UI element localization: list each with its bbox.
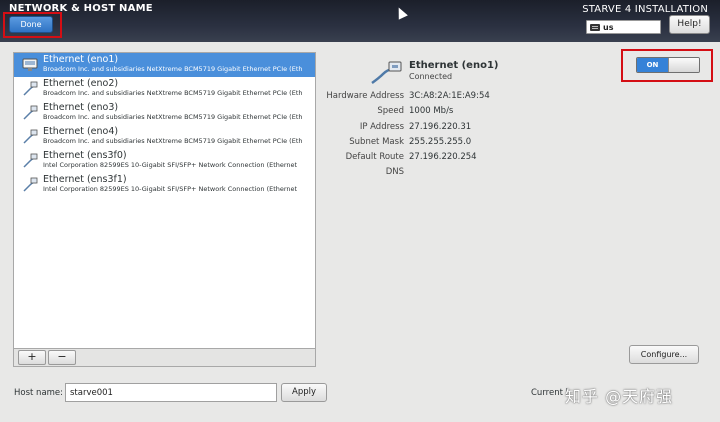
host-name-input[interactable] bbox=[65, 383, 277, 402]
device-list-item[interactable]: Ethernet (eno1) Broadcom Inc. and subsid… bbox=[14, 53, 315, 77]
hardware-address-value: 3C:A8:2A:1E:A9:54 bbox=[409, 91, 490, 101]
device-description: Broadcom Inc. and subsidiaries NetXtreme… bbox=[43, 65, 303, 73]
keyboard-layout-indicator[interactable]: us bbox=[586, 20, 661, 34]
dns-label: DNS bbox=[385, 167, 404, 177]
add-device-button[interactable]: + bbox=[18, 350, 46, 365]
default-route-value: 27.196.220.254 bbox=[409, 152, 477, 162]
default-route-label: Default Route bbox=[345, 152, 404, 162]
host-name-label: Host name: bbox=[14, 388, 64, 398]
keyboard-layout-label: us bbox=[603, 22, 614, 32]
subnet-mask-value: 255.255.255.0 bbox=[409, 137, 472, 147]
device-name: Ethernet (eno2) bbox=[43, 78, 119, 89]
connection-status: Connected bbox=[409, 72, 453, 81]
apply-button[interactable]: Apply bbox=[281, 383, 327, 402]
speed-label: Speed bbox=[377, 106, 404, 116]
subnet-mask-label: Subnet Mask bbox=[349, 137, 404, 147]
hardware-address-label: Hardware Address bbox=[326, 91, 404, 101]
remove-device-button[interactable]: − bbox=[48, 350, 76, 365]
done-highlight-box bbox=[3, 12, 62, 38]
keyboard-icon bbox=[590, 23, 600, 31]
ip-address-value: 27.196.220.31 bbox=[409, 122, 472, 132]
device-description: Intel Corporation 82599ES 10-Gigabit SFI… bbox=[43, 185, 298, 193]
device-name: Ethernet (eno1) bbox=[43, 54, 119, 65]
device-list-toolbar: + − bbox=[13, 349, 316, 367]
switch-highlight-box bbox=[621, 49, 713, 82]
ip-address-label: IP Address bbox=[359, 122, 404, 132]
configure-button[interactable]: Configure... bbox=[629, 345, 699, 364]
mouse-cursor-icon bbox=[394, 5, 408, 20]
device-detail-name: Ethernet (eno1) bbox=[409, 60, 499, 71]
ethernet-icon bbox=[22, 58, 38, 71]
help-button[interactable]: Help! bbox=[669, 15, 710, 34]
header-bar: NETWORK & HOST NAME STARVE 4 INSTALLATIO… bbox=[0, 0, 720, 42]
install-title: STARVE 4 INSTALLATION bbox=[582, 4, 708, 15]
ethernet-icon bbox=[23, 177, 38, 192]
speed-value: 1000 Mb/s bbox=[409, 106, 454, 116]
watermark: 知乎 @天府强 bbox=[565, 387, 674, 406]
ethernet-icon bbox=[371, 61, 402, 85]
